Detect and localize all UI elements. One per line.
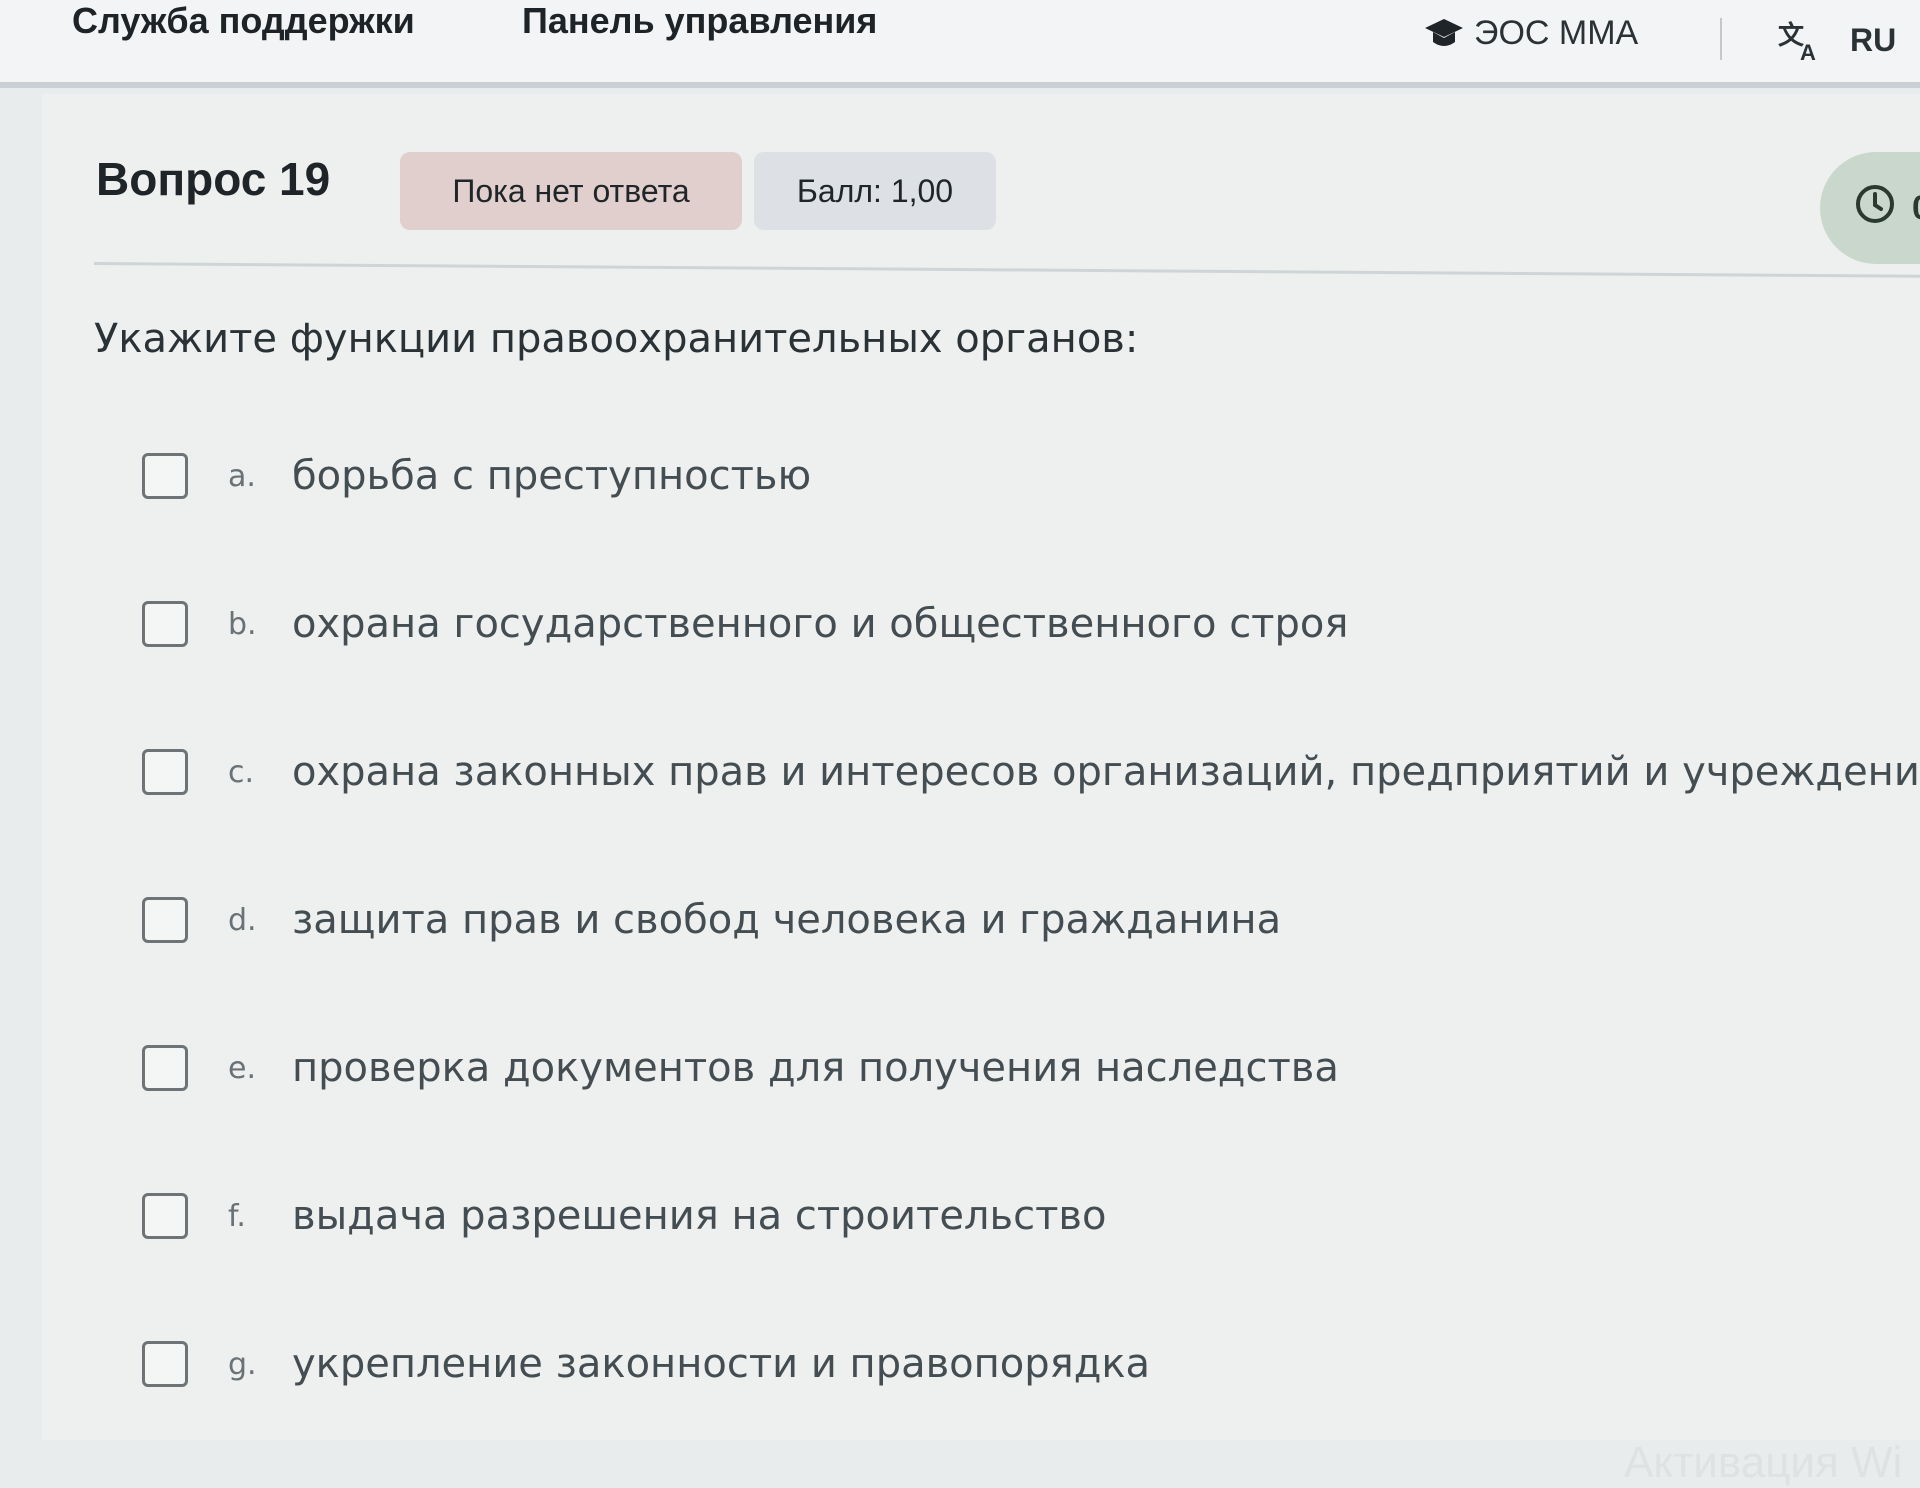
answer-checkbox[interactable] bbox=[142, 1193, 188, 1239]
option-letter: e. bbox=[228, 1050, 256, 1086]
answer-checkbox[interactable] bbox=[142, 601, 188, 647]
option-letter: f. bbox=[228, 1198, 246, 1234]
option-letter: g. bbox=[228, 1346, 257, 1382]
answer-checkbox[interactable] bbox=[142, 749, 188, 795]
answer-option-c[interactable]: c. охрана законных прав и интересов орга… bbox=[142, 742, 1920, 802]
answer-checkbox[interactable] bbox=[142, 453, 188, 499]
option-letter: c. bbox=[228, 754, 255, 790]
header-divider bbox=[93, 262, 1920, 278]
question-title: Вопрос 19 bbox=[96, 153, 331, 205]
option-text: защита прав и свобод человека и граждани… bbox=[292, 897, 1282, 943]
answer-option-b[interactable]: b. охрана государственного и общественно… bbox=[142, 594, 1348, 654]
clock-icon bbox=[1854, 183, 1896, 234]
status-badge: Пока нет ответа bbox=[400, 152, 742, 230]
answer-checkbox[interactable] bbox=[142, 1341, 188, 1387]
option-text: охрана законных прав и интересов организ… bbox=[292, 749, 1920, 795]
option-text: борьба с преступностью bbox=[292, 453, 812, 499]
graduation-cap-icon bbox=[1424, 17, 1464, 51]
answer-option-e[interactable]: e. проверка документов для получения нас… bbox=[142, 1038, 1339, 1098]
question-prompt: Укажите функции правоохранительных орган… bbox=[94, 316, 1139, 362]
answer-checkbox[interactable] bbox=[142, 1045, 188, 1091]
answer-option-f[interactable]: f. выдача разрешения на строительство bbox=[142, 1186, 1106, 1246]
os-activation-watermark: Активация Wi bbox=[1624, 1438, 1903, 1487]
option-letter: a. bbox=[228, 458, 256, 494]
brand-link[interactable]: ЭОС ММА bbox=[1424, 14, 1638, 53]
option-letter: b. bbox=[228, 606, 257, 642]
translate-icon[interactable]: 文 A bbox=[1776, 18, 1822, 68]
question-panel: Вопрос 19 Пока нет ответа Балл: 1,00 0: … bbox=[42, 94, 1920, 1487]
top-navbar: Служба поддержки Панель управления ЭОС М… bbox=[0, 0, 1920, 88]
option-text: проверка документов для получения наслед… bbox=[292, 1045, 1339, 1091]
answer-checkbox[interactable] bbox=[142, 897, 188, 943]
answer-option-d[interactable]: d. защита прав и свобод человека и гражд… bbox=[142, 890, 1281, 950]
option-text: укрепление законности и правопорядка bbox=[292, 1341, 1151, 1387]
brand-label: ЭОС ММА bbox=[1474, 14, 1639, 52]
dashboard-link[interactable]: Панель управления bbox=[522, 0, 877, 42]
answer-option-a[interactable]: a. борьба с преступностью bbox=[142, 446, 811, 506]
svg-text:A: A bbox=[1800, 40, 1816, 64]
option-text: выдача разрешения на строительство bbox=[292, 1193, 1107, 1239]
option-text: охрана государственного и общественного … bbox=[292, 601, 1349, 647]
support-link[interactable]: Служба поддержки bbox=[72, 0, 415, 42]
language-selector[interactable]: RU bbox=[1850, 22, 1896, 59]
answer-option-g[interactable]: g. укрепление законности и правопорядка bbox=[142, 1334, 1150, 1394]
score-badge: Балл: 1,00 bbox=[754, 152, 996, 230]
navbar-divider bbox=[1720, 18, 1722, 60]
timer-value: 0: bbox=[1912, 189, 1920, 228]
option-letter: d. bbox=[228, 902, 257, 938]
quiz-timer[interactable]: 0: bbox=[1820, 152, 1920, 264]
